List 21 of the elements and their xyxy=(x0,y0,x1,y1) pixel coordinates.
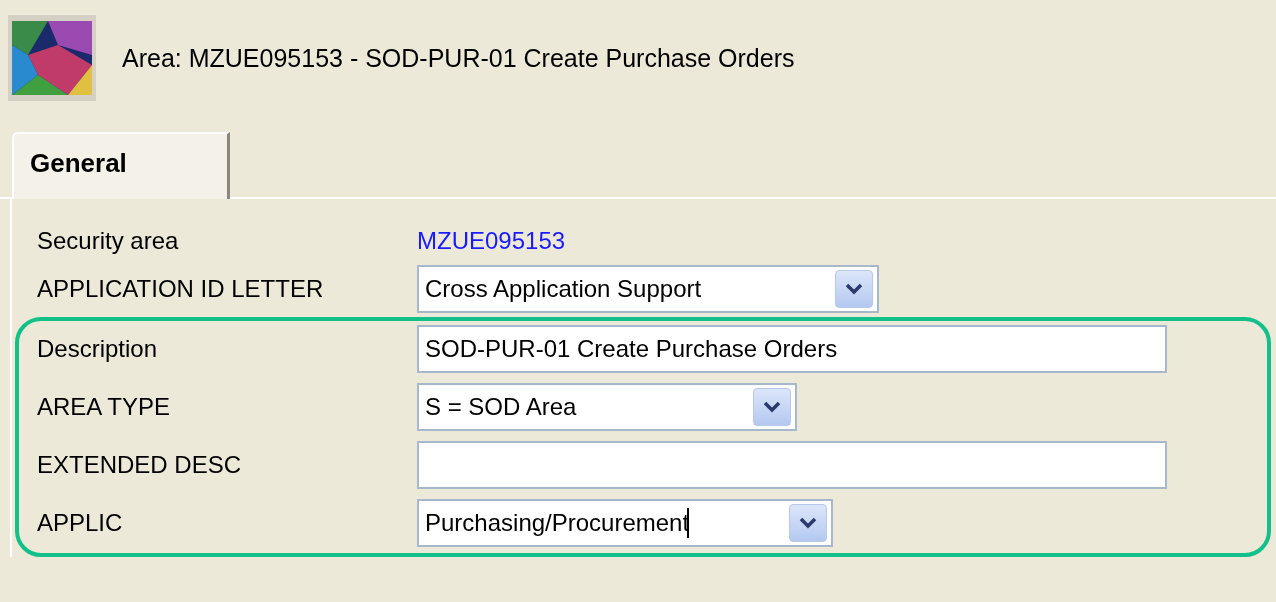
dropdown[interactable]: Purchasing/Procurement xyxy=(417,499,833,547)
chevron-down-icon xyxy=(763,401,781,413)
mosaic-icon xyxy=(8,15,96,101)
dropdown-arrow-button[interactable] xyxy=(789,504,827,542)
field-label: APPLIC xyxy=(37,509,124,537)
chevron-down-icon xyxy=(845,283,863,295)
area-link[interactable]: MZUE095153 xyxy=(417,227,566,255)
tab[interactable]: General xyxy=(12,132,230,199)
field-label: EXTENDED DESC xyxy=(37,451,243,479)
field-label: AREA TYPE xyxy=(37,393,171,421)
input-field[interactable] xyxy=(417,441,1167,489)
input-field[interactable]: SOD-PUR-01 Create Purchase Orders xyxy=(417,325,1167,373)
dropdown-arrow-button[interactable] xyxy=(835,270,873,308)
field-label: Security area xyxy=(37,227,180,255)
dropdown[interactable]: Cross Application Support xyxy=(417,265,879,313)
dropdown[interactable]: S = SOD Area xyxy=(417,383,797,431)
dropdown-arrow-button[interactable] xyxy=(753,388,791,426)
field-label: Description xyxy=(37,335,159,363)
chevron-down-icon xyxy=(799,517,817,529)
field-label: APPLICATION ID LETTER xyxy=(37,275,325,303)
window-title: Area: MZUE095153 - SOD-PUR-01 Create Purchase Orders xyxy=(122,43,795,73)
